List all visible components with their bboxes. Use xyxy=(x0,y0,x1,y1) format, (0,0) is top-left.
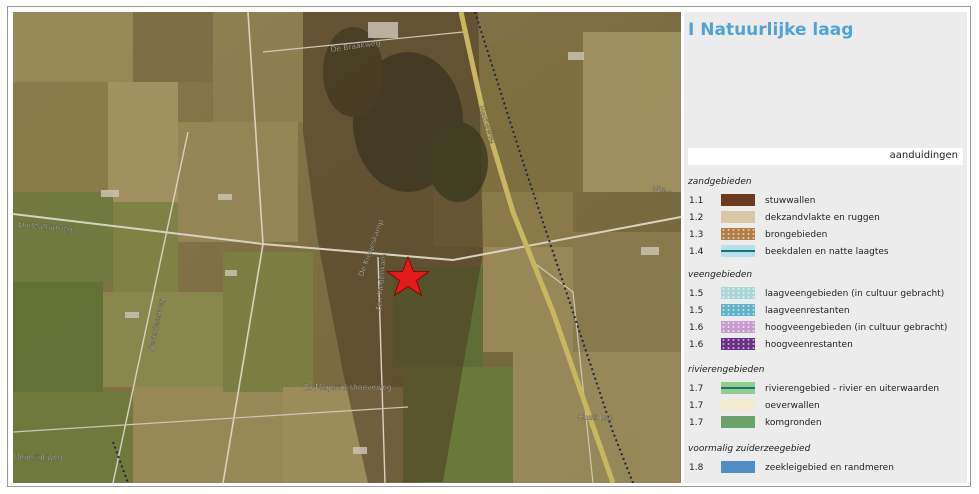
street-label-hoek-loo: Hoek Loo xyxy=(578,413,613,422)
legend-swatch xyxy=(721,194,755,206)
legend-swatch xyxy=(721,416,755,428)
legend-item-code: 1.7 xyxy=(689,401,704,411)
legend-item-label: laagveengebieden (in cultuur gebracht) xyxy=(765,289,945,299)
legend-group-heading: veengebieden xyxy=(688,270,753,280)
legend-item-code: 1.1 xyxy=(689,196,704,206)
legend-item-label: oeverwallen xyxy=(765,401,820,411)
street-label-nie: Nie... xyxy=(653,185,672,194)
legend-item-label: brongebieden xyxy=(765,230,828,240)
legend-item: 1.5 laagveengebieden (in cultuur gebracht… xyxy=(684,287,967,301)
legend-item: 1.2 dekzandvlakte en ruggen xyxy=(684,211,967,225)
legend-item-code: 1.6 xyxy=(689,340,704,350)
legend-item: 1.6 hoogveengebieden (in cultuur gebracht… xyxy=(684,321,967,335)
legend-swatch xyxy=(721,338,755,350)
legend-item-label: beekdalen en natte laagtes xyxy=(765,247,889,257)
legend-item: 1.4 beekdalen en natte laagtes xyxy=(684,245,967,259)
legend-item-label: rivierengebied - rivier en uiterwaarden xyxy=(765,384,940,394)
legend-item-label: komgronden xyxy=(765,418,822,428)
legend-item-label: dekzandvlakte en ruggen xyxy=(765,213,880,223)
legend-subtitle: aanduidingen xyxy=(688,148,963,165)
legend-item-label: laagveenrestanten xyxy=(765,306,850,316)
legend-swatch xyxy=(721,211,755,223)
legend-item: 1.5 laagveenrestanten xyxy=(684,304,967,318)
legend-panel: I Natuurlijke laag aanduidingen zandgebi… xyxy=(684,12,967,483)
legend-swatch xyxy=(721,304,755,316)
legend-group-heading: voormalig zuiderzeegebied xyxy=(688,444,811,454)
legend-item-code: 1.5 xyxy=(689,306,704,316)
legend-item-code: 1.2 xyxy=(689,213,704,223)
legend-item-code: 1.5 xyxy=(689,289,704,299)
legend-item: 1.6 hoogveenrestanten xyxy=(684,338,967,352)
legend-item-code: 1.4 xyxy=(689,247,704,257)
legend-swatch xyxy=(721,245,755,257)
legend-item-code: 1.7 xyxy=(689,418,704,428)
legend-item: 1.7 rivierengebied - rivier en uiterwaard… xyxy=(684,382,967,396)
legend-swatch xyxy=(721,461,755,473)
legend-item-label: stuwwallen xyxy=(765,196,816,206)
legend-swatch xyxy=(721,287,755,299)
legend-item-label: hoogveengebieden (in cultuur gebracht) xyxy=(765,323,948,333)
aerial-map[interactable]: De Braakweg Oude Zuidweg Nedeklaasweg Ze… xyxy=(13,12,681,483)
street-label-zo-meijerinkshoeveweg: Zo Meijerinkshoeveweg xyxy=(303,383,392,392)
legend-item: 1.7 oeverwallen xyxy=(684,399,967,413)
legend-item-label: hoogveenrestanten xyxy=(765,340,853,350)
legend-item-code: 1.8 xyxy=(689,463,704,473)
street-label-meijerinkweg: Meijerinkweg xyxy=(13,453,63,462)
map-canvas: De Braakweg Oude Zuidweg Nedeklaasweg Ze… xyxy=(13,12,681,483)
legend-item: 1.7 komgronden xyxy=(684,416,967,430)
legend-item-code: 1.3 xyxy=(689,230,704,240)
legend-item-code: 1.7 xyxy=(689,384,704,394)
legend-swatch xyxy=(721,228,755,240)
legend-item: 1.3 brongebieden xyxy=(684,228,967,242)
legend-item-code: 1.6 xyxy=(689,323,704,333)
legend-group-heading: zandgebieden xyxy=(688,177,752,187)
legend-swatch xyxy=(721,321,755,333)
legend-item: 1.8 zeekleigebied en randmeren xyxy=(684,461,967,475)
legend-item: 1.1 stuwwallen xyxy=(684,194,967,208)
legend-title: I Natuurlijke laag xyxy=(688,20,854,40)
legend-swatch xyxy=(721,399,755,411)
legend-group-heading: rivierengebieden xyxy=(688,365,765,375)
map-frame: De Braakweg Oude Zuidweg Nedeklaasweg Ze… xyxy=(7,6,971,487)
legend-swatch xyxy=(721,382,755,394)
legend-item-label: zeekleigebied en randmeren xyxy=(765,463,894,473)
